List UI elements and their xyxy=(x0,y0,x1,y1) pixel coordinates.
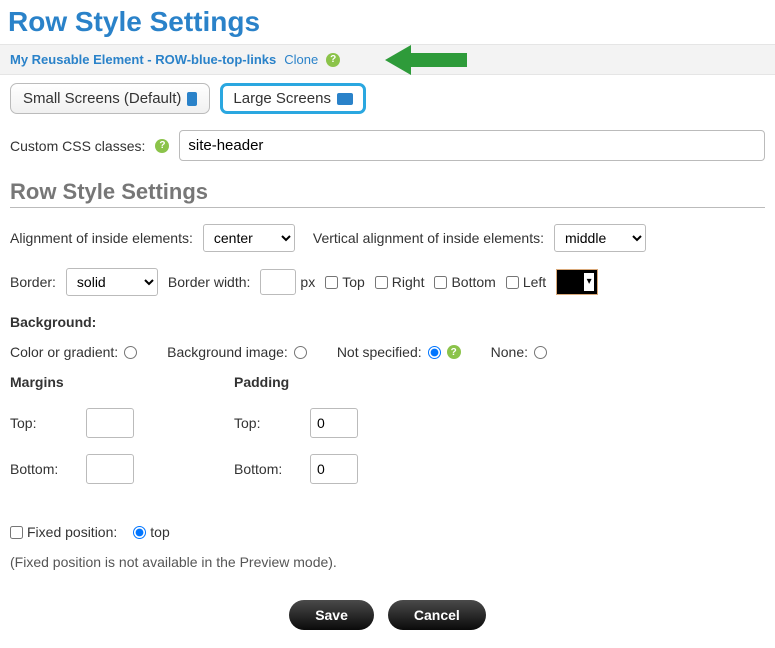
padding-top-label: Top: xyxy=(234,415,290,431)
border-width-input[interactable] xyxy=(260,269,296,295)
margins-heading: Margins xyxy=(10,374,134,390)
section-title: Row Style Settings xyxy=(10,179,765,208)
monitor-icon xyxy=(337,93,353,105)
fixed-position-label: Fixed position: xyxy=(27,524,117,540)
border-top-label: Top xyxy=(342,274,365,290)
border-top-checkbox[interactable] xyxy=(325,276,338,289)
help-icon[interactable]: ? xyxy=(155,139,169,153)
css-classes-input[interactable] xyxy=(179,130,765,161)
tab-large-screens[interactable]: Large Screens xyxy=(220,83,366,114)
margin-bottom-input[interactable] xyxy=(86,454,134,484)
fixed-position-note: (Fixed position is not available in the … xyxy=(10,554,765,570)
fixed-top-radio[interactable] xyxy=(133,526,146,539)
bg-not-specified-radio[interactable] xyxy=(428,346,441,359)
screen-tabs: Small Screens (Default) Large Screens xyxy=(0,75,775,122)
alignment-label: Alignment of inside elements: xyxy=(10,230,193,246)
padding-bottom-label: Bottom: xyxy=(234,461,290,477)
margin-top-label: Top: xyxy=(10,415,66,431)
page-title: Row Style Settings xyxy=(0,0,775,44)
cancel-button[interactable]: Cancel xyxy=(388,600,486,630)
bg-none-radio[interactable] xyxy=(534,346,547,359)
bg-color-gradient-label: Color or gradient: xyxy=(10,344,118,360)
element-name: My Reusable Element - ROW-blue-top-links xyxy=(10,52,276,67)
margin-bottom-label: Bottom: xyxy=(10,461,66,477)
bg-image-radio[interactable] xyxy=(294,346,307,359)
border-label: Border: xyxy=(10,274,56,290)
fixed-top-label: top xyxy=(150,524,169,540)
border-width-label: Border width: xyxy=(168,274,250,290)
alignment-select[interactable]: center xyxy=(203,224,295,252)
vertical-alignment-select[interactable]: middle xyxy=(554,224,646,252)
border-style-select[interactable]: solid xyxy=(66,268,158,296)
px-unit: px xyxy=(300,274,315,290)
padding-heading: Padding xyxy=(234,374,358,390)
css-classes-label: Custom CSS classes: xyxy=(10,138,145,154)
bg-not-specified-label: Not specified: xyxy=(337,344,422,360)
padding-bottom-input[interactable] xyxy=(310,454,358,484)
border-right-label: Right xyxy=(392,274,425,290)
border-color-picker[interactable] xyxy=(556,269,598,295)
padding-top-input[interactable] xyxy=(310,408,358,438)
tab-label: Large Screens xyxy=(233,90,331,107)
annotation-arrow xyxy=(385,43,467,77)
margin-top-input[interactable] xyxy=(86,408,134,438)
bg-image-label: Background image: xyxy=(167,344,288,360)
tab-label: Small Screens (Default) xyxy=(23,90,181,107)
border-right-checkbox[interactable] xyxy=(375,276,388,289)
vertical-alignment-label: Vertical alignment of inside elements: xyxy=(313,230,544,246)
save-button[interactable]: Save xyxy=(289,600,374,630)
bg-none-label: None: xyxy=(491,344,528,360)
border-bottom-checkbox[interactable] xyxy=(434,276,447,289)
bg-color-gradient-radio[interactable] xyxy=(124,346,137,359)
tab-small-screens[interactable]: Small Screens (Default) xyxy=(10,83,210,114)
phone-icon xyxy=(187,92,197,106)
fixed-position-checkbox[interactable] xyxy=(10,526,23,539)
breadcrumb: My Reusable Element - ROW-blue-top-links… xyxy=(0,44,775,75)
clone-link[interactable]: Clone xyxy=(284,52,318,67)
help-icon[interactable]: ? xyxy=(326,53,340,67)
background-heading: Background: xyxy=(10,314,765,330)
border-left-checkbox[interactable] xyxy=(506,276,519,289)
border-bottom-label: Bottom xyxy=(451,274,495,290)
help-icon[interactable]: ? xyxy=(447,345,461,359)
border-left-label: Left xyxy=(523,274,546,290)
